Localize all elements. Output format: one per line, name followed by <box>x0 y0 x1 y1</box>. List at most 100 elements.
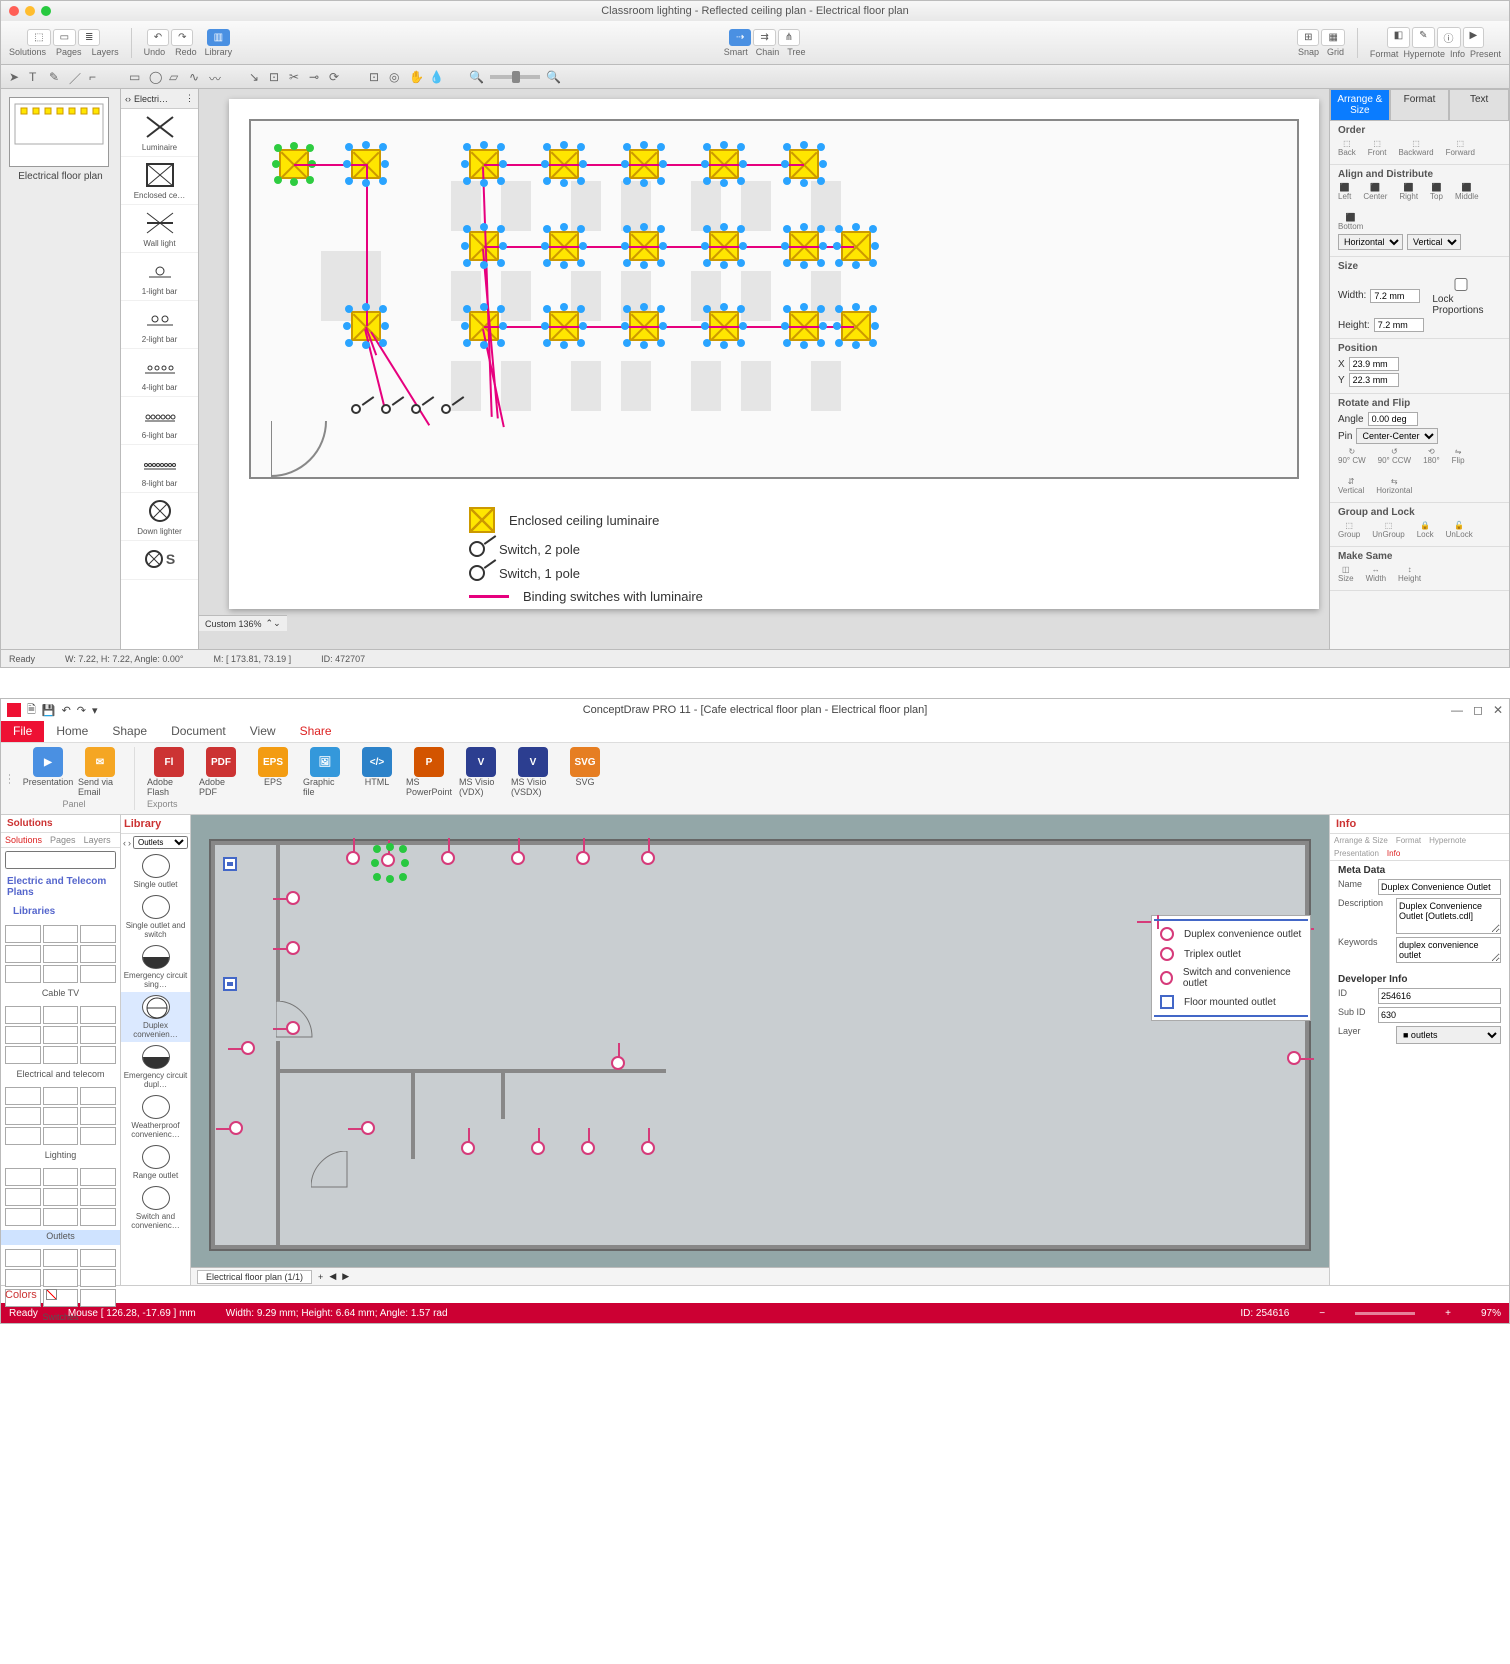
selection-handle-icon[interactable] <box>497 177 505 185</box>
floor-outlet[interactable] <box>223 977 237 991</box>
selection-handle-icon[interactable] <box>560 223 568 231</box>
selection-handle-icon[interactable] <box>290 178 298 186</box>
selection-handle-icon[interactable] <box>274 144 282 152</box>
lib-item-2light[interactable]: 2-light bar <box>121 301 198 349</box>
distribute-h-select[interactable]: Horizontal <box>1338 234 1403 250</box>
selection-handle-icon[interactable] <box>703 305 711 313</box>
selection-handle-icon[interactable] <box>783 259 791 267</box>
tab-view[interactable]: View <box>238 720 288 742</box>
selection-handle-icon[interactable] <box>345 305 353 313</box>
section-icon[interactable]: ⌐ <box>89 70 103 84</box>
dev-layer-select[interactable]: ■ outlets <box>1396 1026 1501 1044</box>
lib2-single-outlet-switch[interactable]: Single outlet and switch <box>121 892 190 942</box>
lib-dropdown[interactable]: Electri… <box>134 94 168 104</box>
export-graphic[interactable]: 🖼Graphic file <box>303 747 347 797</box>
selection-handle-icon[interactable] <box>737 339 745 347</box>
library-header[interactable]: ‹ › Electri… ⋮ <box>121 89 198 109</box>
selection-handle-icon[interactable] <box>560 341 568 349</box>
export-presentation[interactable]: ▶Presentation <box>26 747 70 797</box>
text-icon[interactable]: T <box>29 70 43 84</box>
selection-handle-icon[interactable] <box>657 143 665 151</box>
selection-handle-icon[interactable] <box>373 873 381 881</box>
palette-item[interactable] <box>43 1127 79 1145</box>
align-bottom[interactable]: ⬛Bottom <box>1338 213 1363 231</box>
selection-handle-icon[interactable] <box>739 160 747 168</box>
zoom-label[interactable]: Custom 136%⌃⌄ <box>199 615 287 631</box>
page-nav-next-icon[interactable]: ▶ <box>342 1271 349 1282</box>
selection-handle-icon[interactable] <box>362 341 370 349</box>
selection-handle-icon[interactable] <box>343 322 351 330</box>
palette-item[interactable] <box>43 925 79 943</box>
selection-handle-icon[interactable] <box>577 177 585 185</box>
selection-handle-icon[interactable] <box>623 259 631 267</box>
selection-handle-icon[interactable] <box>781 322 789 330</box>
zoom-out-icon[interactable]: − <box>1319 1308 1325 1319</box>
selection-handle-icon[interactable] <box>560 179 568 187</box>
align-right[interactable]: ⬛Right <box>1399 183 1418 201</box>
layers-button[interactable]: ≣ <box>78 29 100 46</box>
selection-handle-icon[interactable] <box>835 259 843 267</box>
selection-handle-icon[interactable] <box>659 160 667 168</box>
zoom-out-icon[interactable]: 🔍 <box>469 70 484 84</box>
selection-handle-icon[interactable] <box>783 339 791 347</box>
window-controls[interactable] <box>9 6 51 16</box>
palette-item[interactable] <box>5 1208 41 1226</box>
titlebar2[interactable]: 🗎 💾 ↶ ↷ ▾ ConceptDraw PRO 11 - [Cafe ele… <box>1 699 1509 721</box>
tab-file[interactable]: File <box>1 720 44 742</box>
outlet[interactable] <box>346 851 360 865</box>
selection-handle-icon[interactable] <box>720 261 728 269</box>
lock-btn[interactable]: 🔒Lock <box>1417 521 1434 539</box>
bezier-icon[interactable]: ∿ <box>189 70 203 84</box>
selection-handle-icon[interactable] <box>497 305 505 313</box>
selection-handle-icon[interactable] <box>703 177 711 185</box>
selection-handle-icon[interactable] <box>783 305 791 313</box>
note-icon[interactable]: ✎ <box>49 70 63 84</box>
selection-handle-icon[interactable] <box>657 305 665 313</box>
export-vsdx[interactable]: VMS Visio (VSDX) <box>511 747 555 797</box>
selection-handle-icon[interactable] <box>835 305 843 313</box>
selection-handle-icon[interactable] <box>657 259 665 267</box>
selection-handle-icon[interactable] <box>290 142 298 150</box>
zoom-slider2[interactable] <box>1355 1312 1415 1315</box>
tab-home[interactable]: Home <box>44 720 100 742</box>
selection-handle-icon[interactable] <box>497 339 505 347</box>
solutions-button[interactable]: ⬚ <box>27 29 50 46</box>
minimize-icon[interactable] <box>25 6 35 16</box>
pin-select[interactable]: Center-Center <box>1356 428 1438 444</box>
palette-item[interactable] <box>80 1046 116 1064</box>
outlet[interactable] <box>286 941 300 955</box>
palette-item[interactable] <box>80 1289 116 1307</box>
selection-handle-icon[interactable] <box>869 259 877 267</box>
selection-handle-icon[interactable] <box>819 160 827 168</box>
selection-handle-icon[interactable] <box>543 339 551 347</box>
lib2-single-outlet[interactable]: Single outlet <box>121 851 190 892</box>
tree-electric[interactable]: Electric and Telecom Plans <box>1 872 120 902</box>
info-button[interactable]: ⓘ <box>1437 27 1461 48</box>
selection-handle-icon[interactable] <box>871 242 879 250</box>
zoom-in-icon[interactable]: 🔍 <box>546 70 561 84</box>
selection-handle-icon[interactable] <box>306 176 314 184</box>
palette-item[interactable] <box>43 965 79 983</box>
undo-icon[interactable]: ↶ <box>62 704 71 717</box>
selection-handle-icon[interactable] <box>623 225 631 233</box>
chain-button[interactable]: ⇉ <box>753 29 775 46</box>
selection-handle-icon[interactable] <box>362 303 370 311</box>
selection-handle-icon[interactable] <box>701 242 709 250</box>
canvas[interactable]: /*dots drawn by svg below*/ <box>199 89 1329 649</box>
selection-handle-icon[interactable] <box>703 225 711 233</box>
selection-handle-icon[interactable] <box>623 177 631 185</box>
page-thumbnail[interactable] <box>9 97 109 167</box>
lib-menu-icon[interactable]: ⋮ <box>185 93 194 104</box>
outlet[interactable] <box>1287 1051 1301 1065</box>
selection-handle-icon[interactable] <box>817 177 825 185</box>
undo-button[interactable]: ↶ <box>147 29 169 46</box>
switch-1pole[interactable] <box>381 404 391 414</box>
palette-item[interactable] <box>5 1269 41 1287</box>
selection-handle-icon[interactable] <box>461 160 469 168</box>
palette-item[interactable] <box>43 1046 79 1064</box>
selection-handle-icon[interactable] <box>399 873 407 881</box>
selection-handle-icon[interactable] <box>379 143 387 151</box>
flip-h[interactable]: ⇆Horizontal <box>1376 477 1412 495</box>
palette-item[interactable] <box>5 1006 41 1024</box>
selection-handle-icon[interactable] <box>800 261 808 269</box>
